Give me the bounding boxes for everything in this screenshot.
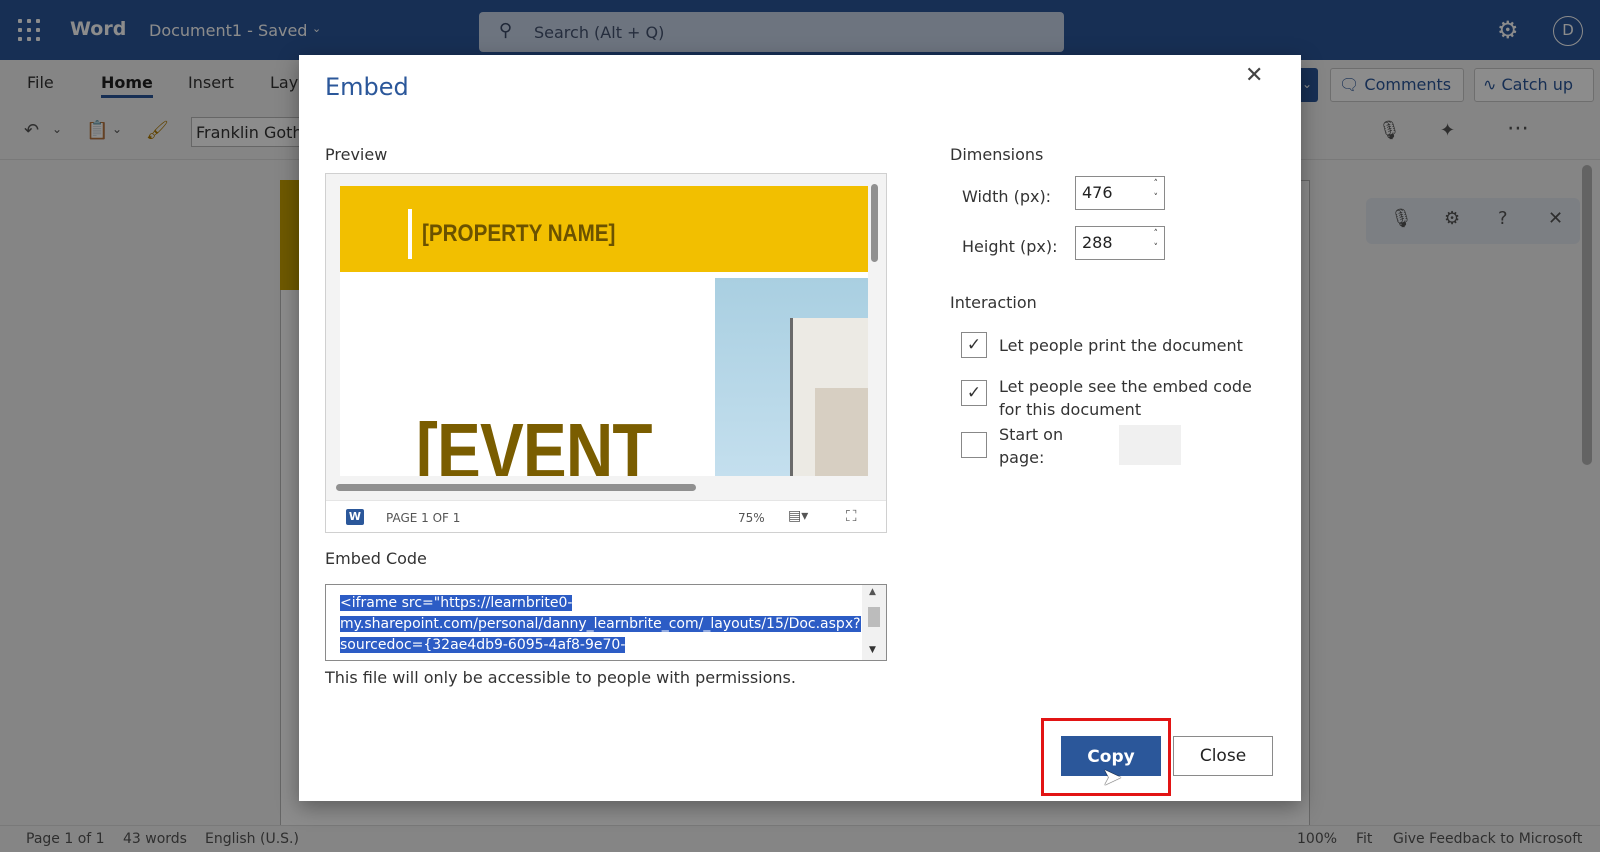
embed-code-textarea[interactable]: <iframe src="https://learnbrite0- my.sha…: [325, 584, 887, 661]
permissions-note: This file will only be accessible to peo…: [325, 668, 796, 687]
spin-down-icon[interactable]: ˅: [1154, 193, 1159, 203]
width-input[interactable]: 476 ˄ ˅: [1075, 176, 1165, 210]
start-page-checkbox[interactable]: [961, 432, 987, 458]
banner-accent-bar: [408, 209, 412, 259]
preview-property-name: [PROPERTY NAME]: [422, 220, 616, 247]
spin-up-icon[interactable]: ˄: [1154, 229, 1159, 239]
scroll-down-icon[interactable]: ▼: [869, 645, 876, 655]
preview-horizontal-scrollbar[interactable]: [336, 484, 696, 491]
embed-code-checkbox[interactable]: ✓: [961, 380, 987, 406]
print-checkbox[interactable]: ✓: [961, 332, 987, 358]
embed-code-scrollbar[interactable]: ▲ ▼: [862, 585, 886, 660]
fullscreen-icon[interactable]: ⛶: [846, 507, 857, 525]
embed-code-line: my.sharepoint.com/personal/danny_learnbr…: [340, 616, 861, 632]
spin-down-icon[interactable]: ˅: [1154, 243, 1159, 253]
height-input[interactable]: 288 ˄ ˅: [1075, 226, 1165, 260]
preview-label: Preview: [325, 145, 388, 164]
document-preview[interactable]: [PROPERTY NAME] [EVENT W PAGE 1 OF 1 75%…: [325, 173, 887, 533]
scroll-thumb[interactable]: [868, 607, 880, 627]
embed-dialog: Embed ✕ Preview [PROPERTY NAME] [EVENT W…: [299, 55, 1301, 801]
scroll-up-icon[interactable]: ▲: [869, 587, 876, 597]
preview-vertical-scrollbar[interactable]: [871, 184, 878, 262]
start-page-label: Start on page:: [999, 425, 1064, 467]
close-button[interactable]: Close: [1173, 736, 1273, 776]
width-label: Width (px):: [962, 187, 1052, 206]
dimensions-label: Dimensions: [950, 145, 1044, 164]
close-icon[interactable]: ✕: [1245, 63, 1263, 88]
word-icon: W: [346, 509, 364, 525]
checkmark-icon: ✓: [966, 335, 982, 355]
preview-building-image: [715, 278, 868, 476]
embed-code-text: <iframe src="https://learnbrite0- my.sha…: [340, 593, 861, 656]
page-indicator: PAGE 1 OF 1: [386, 511, 461, 525]
view-options-icon[interactable]: ▤▾: [788, 508, 808, 524]
preview-toolbar: W PAGE 1 OF 1 75% ▤▾ ⛶: [326, 500, 886, 532]
checkmark-icon: ✓: [966, 383, 982, 403]
preview-event-text: [EVENT: [416, 407, 652, 477]
mouse-pointer-icon: ➤: [1102, 763, 1123, 791]
start-page-input[interactable]: [1119, 425, 1181, 465]
dialog-title: Embed: [325, 73, 409, 101]
embed-code-line: <iframe src="https://learnbrite0-: [340, 595, 573, 611]
spin-up-icon[interactable]: ˄: [1154, 179, 1159, 189]
preview-banner: [PROPERTY NAME]: [340, 186, 868, 272]
preview-page: [PROPERTY NAME] [EVENT: [340, 186, 868, 476]
embed-code-option-label: Let people see the embed code for this d…: [999, 377, 1252, 419]
interaction-label: Interaction: [950, 293, 1037, 312]
embed-code-line: sourcedoc={32ae4db9-6095-4af8-9e70-: [340, 637, 626, 653]
print-option-label: Let people print the document: [999, 336, 1243, 355]
height-value: 288: [1082, 233, 1113, 252]
height-label: Height (px):: [962, 237, 1058, 256]
preview-zoom[interactable]: 75%: [738, 511, 765, 525]
embed-code-label: Embed Code: [325, 549, 427, 568]
building-shape: [815, 388, 868, 476]
width-value: 476: [1082, 183, 1113, 202]
